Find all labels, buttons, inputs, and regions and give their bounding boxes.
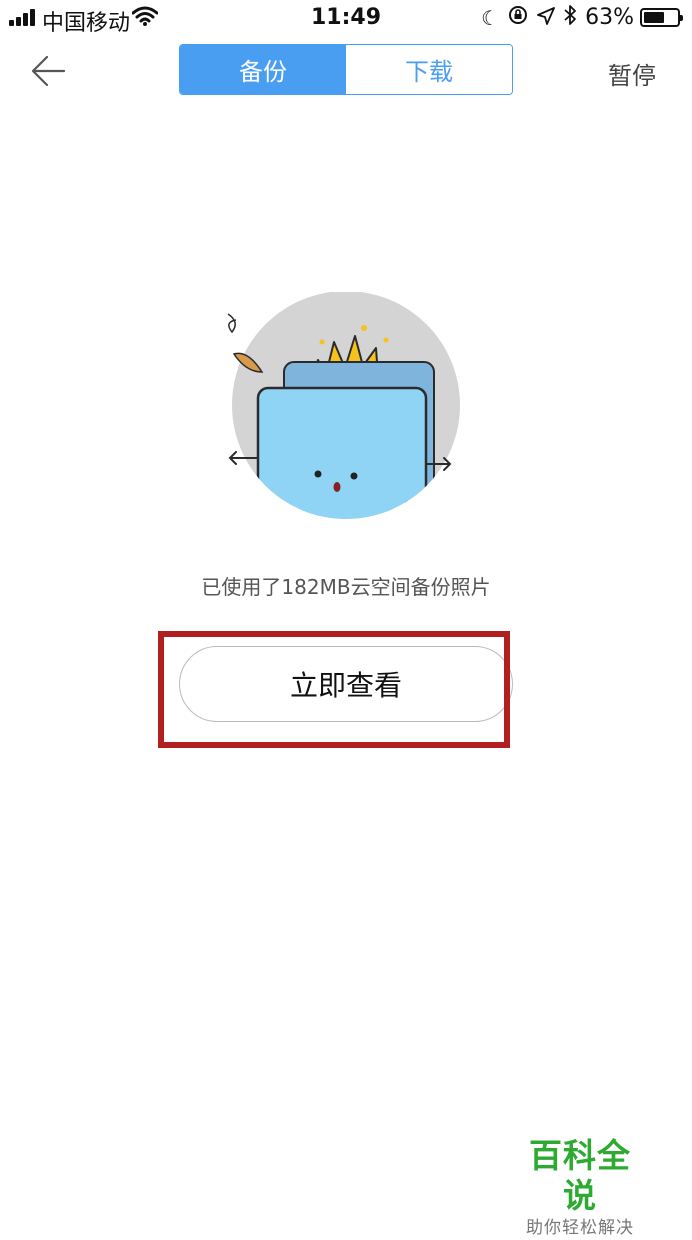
status-bar: 中国移动 11:49 ☾ 63% xyxy=(0,0,692,36)
moon-icon: ☾ xyxy=(481,5,500,30)
pause-button[interactable]: 暂停 xyxy=(608,56,656,91)
back-button[interactable] xyxy=(28,50,70,92)
toaster-illustration xyxy=(218,291,478,528)
battery-icon xyxy=(640,8,683,27)
battery-percent: 63% xyxy=(585,5,634,30)
battery-level-fill xyxy=(644,12,665,23)
watermark-logo: 百科全说 助你轻松解决 xyxy=(514,1136,646,1240)
tab-backup[interactable]: 备份 xyxy=(180,45,346,94)
nav-bar: 备份 下载 暂停 xyxy=(0,36,692,106)
bluetooth-icon xyxy=(564,5,576,30)
watermark-subtitle: 助你轻松解决 xyxy=(526,1218,634,1238)
tab-download[interactable]: 下载 xyxy=(346,45,512,94)
watermark-title: 百科全说 xyxy=(529,1136,631,1215)
segmented-control: 备份 下载 xyxy=(179,44,513,95)
highlight-frame xyxy=(158,631,510,748)
backup-usage-message: 已使用了182MB云空间备份照片 xyxy=(201,575,491,599)
orientation-lock-icon xyxy=(508,5,528,30)
back-arrow-icon xyxy=(31,55,66,87)
location-icon xyxy=(537,6,555,30)
